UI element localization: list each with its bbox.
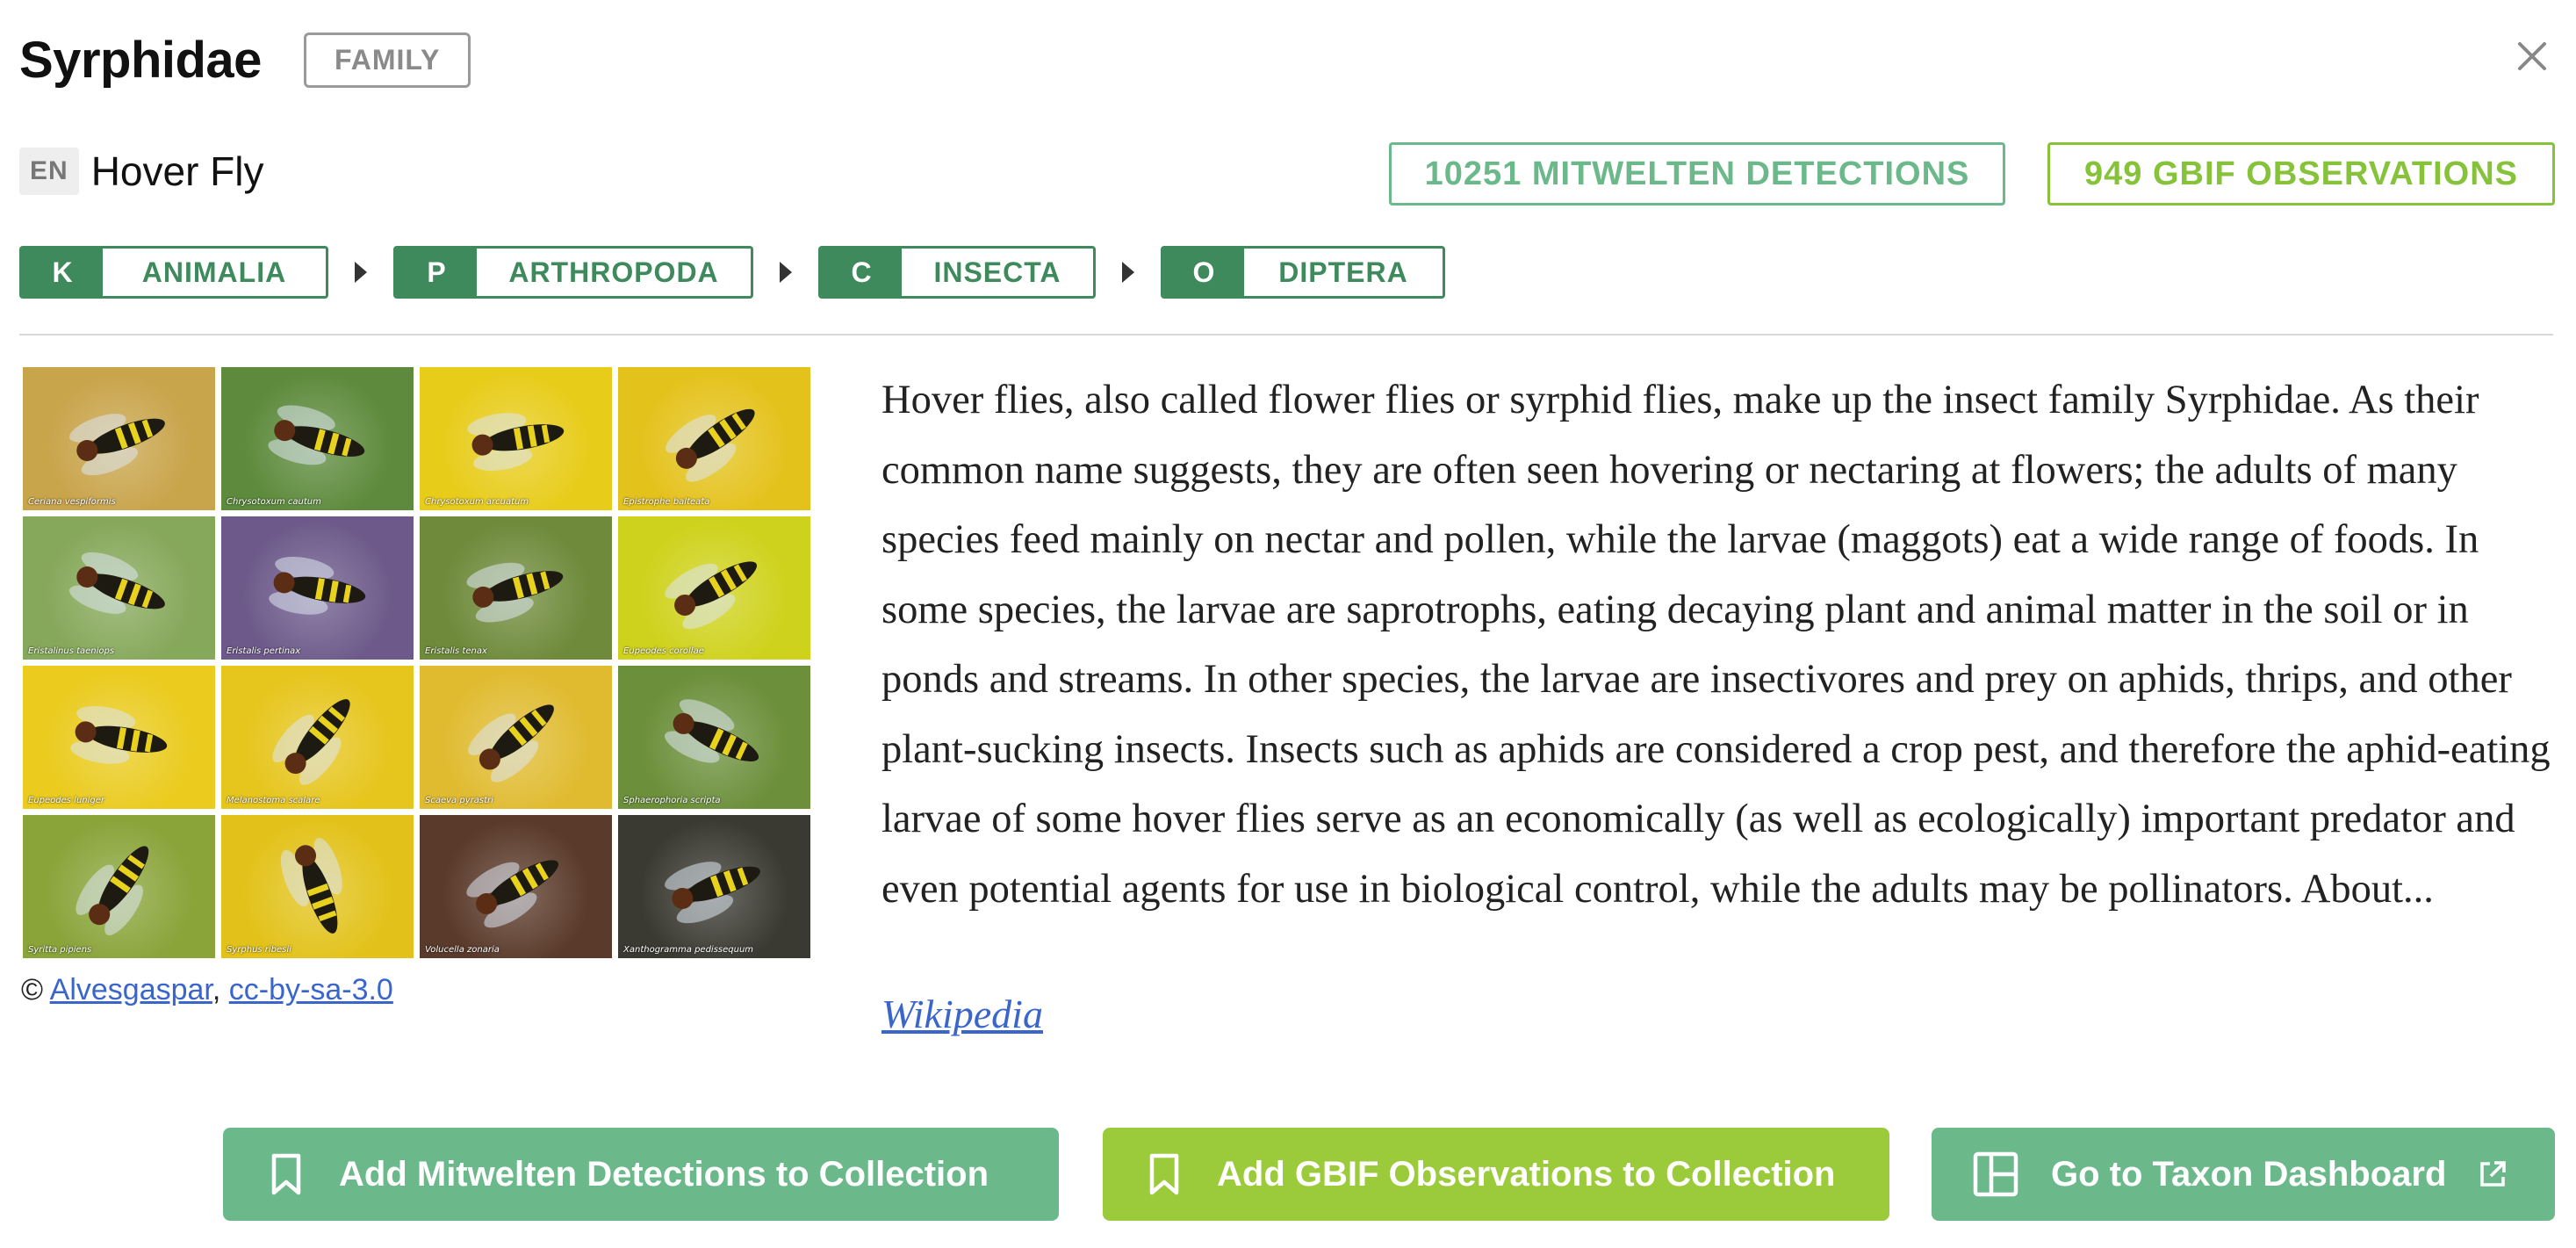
thumbnail-caption: Chrysotoxum arcuatum — [425, 497, 529, 507]
thumbnail-caption: Eristalinus taeniops — [28, 646, 115, 656]
divider — [19, 334, 2553, 335]
dashboard-icon — [1972, 1151, 2019, 1198]
hoverfly-photo — [280, 838, 342, 934]
author-link[interactable]: Alvesgaspar — [50, 973, 212, 1006]
gallery-thumbnail[interactable]: Syritta pipiens — [23, 815, 215, 958]
breadcrumb-arrow-icon — [355, 262, 367, 283]
gallery-thumbnail[interactable]: Eupeodes corollae — [618, 516, 810, 660]
gallery-thumbnail[interactable]: Sphaerophoria scripta — [618, 666, 810, 809]
bookmark-icon — [270, 1152, 302, 1196]
external-link-icon — [2478, 1159, 2508, 1189]
gallery-thumbnail[interactable]: Epistrophe balteata — [618, 367, 810, 510]
header: Syrphidae FAMILY — [19, 28, 471, 91]
thumbnail-caption: Syritta pipiens — [28, 945, 92, 955]
thumbnail-caption: Sphaerophoria scripta — [623, 796, 721, 805]
hoverfly-photo — [69, 414, 165, 476]
thumbnail-caption: Epistrophe balteata — [623, 497, 710, 507]
rank-letter: K — [22, 249, 103, 296]
breadcrumb-arrow-icon — [1122, 262, 1134, 283]
thumbnail-caption: Eupeodes luniger — [28, 796, 105, 805]
hoverfly-photo — [272, 699, 350, 785]
hoverfly-photo — [665, 699, 759, 763]
thumbnail-caption: Eristalis pertinax — [227, 646, 301, 656]
gbif-observations-button[interactable]: 949 GBIF OBSERVATIONS — [2047, 142, 2555, 206]
rank-name: ANIMALIA — [141, 256, 287, 288]
taxonomy-breadcrumb: K ANIMALIA P ARTHROPODA C INSECTA O DIPT… — [19, 246, 1445, 299]
button-label: Add Mitwelten Detections to Collection — [339, 1154, 989, 1194]
thumbnail-caption: Eupeodes corollae — [623, 646, 704, 656]
gallery-thumbnail[interactable]: Eupeodes luniger — [23, 666, 215, 809]
rank-letter: C — [821, 249, 902, 296]
close-icon[interactable] — [2511, 35, 2553, 77]
hoverfly-photo — [466, 860, 559, 928]
gallery-thumbnail[interactable]: Ceriana vespiformis — [23, 367, 215, 510]
thumbnail-caption: Syrphus ribesii — [227, 945, 291, 955]
hoverfly-photo — [466, 562, 564, 623]
breadcrumb-arrow-icon — [780, 262, 792, 283]
hoverfly-photo — [468, 704, 554, 783]
gallery-thumbnail[interactable]: Volucella zonaria — [420, 815, 612, 958]
image-gallery: Ceriana vespiformis Chrysotoxum cautum Chr… — [23, 367, 811, 961]
bookmark-icon — [1148, 1152, 1180, 1196]
gallery-thumbnail[interactable]: Eristalinus taeniops — [23, 516, 215, 660]
thumbnail-caption: Volucella zonaria — [425, 945, 500, 955]
rank-name: INSECTA — [933, 256, 1061, 288]
taxonomy-phylum[interactable]: P ARTHROPODA — [393, 246, 753, 299]
credit-separator: , — [212, 973, 221, 1006]
gallery-thumbnail[interactable]: Xanthogramma pedissequum — [618, 815, 810, 958]
hoverfly-photo — [467, 413, 565, 472]
gallery-thumbnail[interactable]: Melanostoma scalare — [221, 666, 414, 809]
add-mitwelten-detections-button[interactable]: Add Mitwelten Detections to Collection — [223, 1128, 1059, 1221]
thumbnail-caption: Xanthogramma pedissequum — [623, 945, 754, 955]
gallery-thumbnail[interactable]: Eristalis pertinax — [221, 516, 414, 660]
hoverfly-photo — [666, 408, 755, 482]
thumbnail-caption: Eristalis tenax — [425, 646, 487, 656]
button-label: Add GBIF Observations to Collection — [1217, 1154, 1836, 1194]
taxonomy-order[interactable]: O DIPTERA — [1161, 246, 1445, 299]
gallery-thumbnail[interactable]: Scaeva pyrastri — [420, 666, 612, 809]
common-name-row: EN Hover Fly — [19, 148, 264, 195]
mitwelten-detections-button[interactable]: 10251 MITWELTEN DETECTIONS — [1389, 142, 2005, 206]
rank-name: ARTHROPODA — [508, 256, 719, 288]
gallery-thumbnail[interactable]: Syrphus ribesii — [221, 815, 414, 958]
taxon-title: Syrphidae — [19, 31, 262, 89]
taxon-description: Hover flies, also called flower flies or… — [881, 378, 2551, 912]
common-name: Hover Fly — [90, 148, 264, 194]
hoverfly-photo — [665, 561, 758, 630]
gallery-thumbnail[interactable]: Chrysotoxum cautum — [221, 367, 414, 510]
hoverfly-photo — [665, 862, 760, 924]
image-credit: © Alvesgaspar, cc-by-sa-3.0 — [21, 973, 393, 1007]
hoverfly-photo — [70, 705, 168, 764]
copyright-symbol: © — [21, 973, 44, 1006]
language-badge: EN — [19, 148, 79, 195]
taxonomy-class[interactable]: C INSECTA — [818, 246, 1096, 299]
thumbnail-caption: Scaeva pyrastri — [425, 796, 493, 805]
add-gbif-observations-button[interactable]: Add GBIF Observations to Collection — [1103, 1128, 1889, 1221]
rank-name: DIPTERA — [1278, 256, 1408, 288]
thumbnail-caption: Melanostoma scalare — [227, 796, 320, 805]
hoverfly-photo — [69, 552, 165, 614]
go-to-taxon-dashboard-button[interactable]: Go to Taxon Dashboard — [1932, 1128, 2555, 1221]
thumbnail-caption: Chrysotoxum cautum — [227, 497, 321, 507]
rank-letter: P — [396, 249, 477, 296]
hoverfly-photo — [268, 405, 365, 465]
button-label: Go to Taxon Dashboard — [2051, 1154, 2447, 1194]
rank-letter: O — [1163, 249, 1244, 296]
wikipedia-link[interactable]: Wikipedia — [881, 991, 1043, 1037]
taxonomy-kingdom[interactable]: K ANIMALIA — [19, 246, 328, 299]
gallery-thumbnail[interactable]: Eristalis tenax — [420, 516, 612, 660]
rank-badge: FAMILY — [303, 32, 471, 88]
license-link[interactable]: cc-by-sa-3.0 — [229, 973, 393, 1006]
thumbnail-caption: Ceriana vespiformis — [28, 497, 116, 507]
hoverfly-photo — [269, 556, 366, 615]
gallery-thumbnail[interactable]: Chrysotoxum arcuatum — [420, 367, 612, 510]
hoverfly-photo — [76, 846, 149, 935]
